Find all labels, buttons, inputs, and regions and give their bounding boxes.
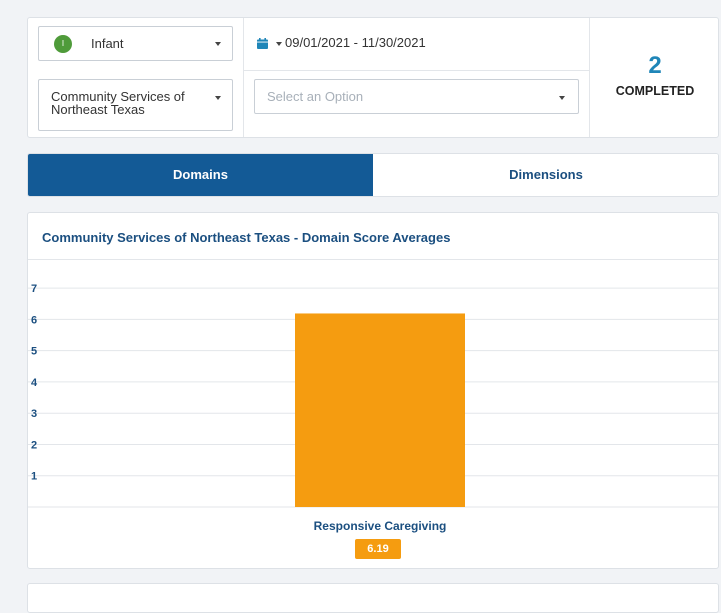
completed-label: COMPLETED [615,84,695,98]
y-tick-label: 7 [31,283,37,295]
calendar-icon[interactable] [257,38,268,49]
y-tick-label: 5 [31,346,37,358]
date-range-caret-icon[interactable] [276,42,282,46]
tab-domains[interactable]: Domains [28,154,373,196]
filter-panel: I Infant Community Services of Northeast… [27,17,719,138]
divider [243,18,244,137]
chevron-down-icon [559,96,565,100]
bar-value-badge: 6.19 [355,539,401,559]
bar-chart: 1 2 3 4 5 6 7 [28,283,718,508]
chevron-down-icon [215,96,221,100]
completed-count: 2 [648,52,662,79]
view-tabs: Domains Dimensions [27,153,719,197]
y-tick-label: 4 [31,377,38,389]
age-group-label: Infant [91,36,124,51]
date-range-text[interactable]: 09/01/2021 - 11/30/2021 [285,35,426,50]
y-tick-label: 3 [31,408,37,420]
domain-score-chart-card: Community Services of Northeast Texas - … [27,212,719,569]
option-select-placeholder: Select an Option [267,89,364,104]
program-label: Community Services of Northeast Texas [51,89,185,117]
chart-title: Community Services of Northeast Texas - … [42,230,451,245]
next-section-card [27,583,719,613]
age-group-avatar: I [54,35,72,53]
y-tick-label: 1 [31,471,37,483]
tab-dimensions[interactable]: Dimensions [373,154,718,196]
chevron-down-icon [215,42,221,46]
option-select[interactable]: Select an Option [254,79,579,114]
age-group-select[interactable]: I Infant [38,26,233,61]
x-tick-label: Responsive Caregiving [313,519,447,533]
divider [243,70,589,71]
y-tick-label: 6 [31,314,37,326]
program-select[interactable]: Community Services of Northeast Texas [38,79,233,131]
y-tick-label: 2 [31,439,37,451]
bar[interactable] [295,313,465,507]
